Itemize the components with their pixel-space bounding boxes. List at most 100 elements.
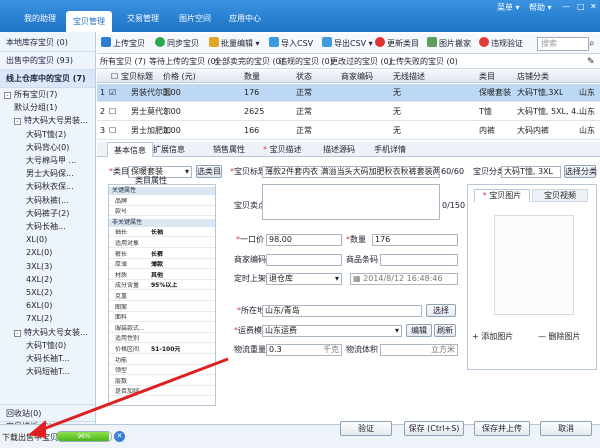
col-qty[interactable]: 数量 bbox=[244, 70, 260, 83]
location-input[interactable]: 山东/青岛 bbox=[262, 305, 422, 317]
price-input[interactable]: 98.00 bbox=[266, 234, 342, 246]
table-row[interactable]: ☐3男士加肥加...2.00166正常无内裤大码内裤山东 bbox=[97, 122, 600, 140]
row-checkbox[interactable]: ☑ bbox=[109, 84, 116, 102]
nav-tab-trade[interactable]: 交易管理 bbox=[120, 10, 166, 28]
filter-all[interactable]: 所有宝贝 (7) bbox=[100, 56, 146, 68]
add-image-button[interactable]: + 添加图片 bbox=[472, 331, 513, 342]
collapse-icon[interactable]: - bbox=[14, 329, 21, 337]
sync-button[interactable]: 同步宝贝 bbox=[155, 37, 199, 51]
location-select-button[interactable]: 选择 bbox=[426, 304, 456, 317]
tree-item[interactable]: 大码背心(0) bbox=[26, 141, 69, 154]
select-shop-category-button[interactable]: 选择分类 bbox=[564, 165, 597, 178]
tab-mobile[interactable]: 手机详情 bbox=[374, 142, 406, 157]
tree-item[interactable]: 大码长袖... bbox=[26, 220, 66, 233]
attr-row[interactable]: 克重 bbox=[109, 293, 215, 301]
tree-item[interactable]: 4XL(2) bbox=[26, 273, 52, 286]
tree-item[interactable]: 大码裤子(2) bbox=[26, 207, 69, 220]
tree-item[interactable]: 大码秋裤(... bbox=[26, 194, 69, 207]
select-category-button[interactable]: 选类目 bbox=[196, 165, 222, 178]
freight-select[interactable]: 山东运费 ▾ bbox=[262, 325, 402, 337]
tree-item[interactable]: 2XL(0) bbox=[26, 246, 52, 259]
tab-item-images[interactable]: * 宝贝图片 bbox=[474, 189, 530, 202]
tree-item[interactable]: 大码长袖T... bbox=[26, 352, 70, 365]
delete-image-button[interactable]: — 删除图片 bbox=[538, 331, 581, 342]
collapse-icon[interactable]: - bbox=[14, 118, 21, 126]
tab-basic-info[interactable]: 基本信息 bbox=[107, 142, 153, 157]
schedule-select[interactable]: 退仓库 ▾ bbox=[266, 273, 342, 285]
tree-item[interactable]: 默认分组(1) bbox=[14, 101, 57, 114]
tree-item[interactable]: 6XL(0) bbox=[26, 299, 52, 312]
violation-check-button[interactable]: 违规验证 bbox=[479, 37, 523, 51]
attr-row[interactable]: 面料 bbox=[109, 314, 215, 323]
attr-row[interactable]: 是否加绒 bbox=[109, 388, 215, 397]
tree-item[interactable]: 大码T恤(0) bbox=[26, 339, 66, 352]
tab-sale-attrs[interactable]: 销售属性 bbox=[213, 142, 245, 157]
menu-button[interactable]: 菜单 ▾ bbox=[497, 2, 520, 13]
tree-item[interactable]: XL(0) bbox=[26, 233, 47, 246]
nav-tab-apps[interactable]: 应用中心 bbox=[222, 10, 268, 28]
upload-button[interactable]: 上传宝贝 bbox=[101, 37, 145, 51]
tree-item[interactable]: - 特大码大号男装... bbox=[14, 114, 88, 127]
barcode-input[interactable] bbox=[380, 254, 458, 266]
selling-point-textarea[interactable] bbox=[262, 184, 440, 220]
filter-soldout[interactable]: 全部卖完的宝贝 (0) bbox=[214, 56, 284, 68]
edit-columns-icon[interactable]: ✎ bbox=[587, 56, 595, 68]
minimize-icon[interactable]: — bbox=[562, 2, 570, 11]
tab-description[interactable]: * 宝贝描述 bbox=[263, 142, 302, 157]
cancel-button[interactable]: 取消 bbox=[540, 421, 592, 436]
attr-row[interactable]: 适用对象 bbox=[109, 240, 215, 248]
weight-input[interactable]: 0.3 千克 bbox=[266, 344, 342, 356]
tree-item[interactable]: 大码T恤(2) bbox=[26, 128, 66, 141]
help-button[interactable]: 帮助 ▾ bbox=[529, 2, 552, 13]
nav-tab-assistant[interactable]: 我的助理 bbox=[20, 10, 60, 28]
sidebar-local-stock[interactable]: 本地库存宝贝 (0) bbox=[0, 34, 95, 52]
tab-extended-info[interactable]: 扩展信息 bbox=[153, 142, 185, 157]
tree-item[interactable]: 3XL(3) bbox=[26, 260, 52, 273]
attr-row[interactable]: 款号 bbox=[109, 208, 215, 217]
attr-row[interactable]: 适用性别 bbox=[109, 335, 215, 344]
tree-item[interactable]: 5XL(2) bbox=[26, 286, 52, 299]
collapse-icon[interactable]: - bbox=[4, 92, 11, 99]
attr-row[interactable]: 厚薄 薄款 bbox=[109, 261, 215, 270]
freight-edit-button[interactable]: 编辑 bbox=[406, 324, 432, 337]
schedule-time-input[interactable]: ▦ 2014/8/12 16:48:46 bbox=[350, 273, 458, 285]
tab-item-video[interactable]: 宝贝视频 bbox=[532, 189, 588, 202]
batch-edit-button[interactable]: 批量编辑 ▾ bbox=[209, 37, 260, 51]
merchant-code-input[interactable] bbox=[266, 254, 342, 266]
import-csv-button[interactable]: 导入CSV bbox=[269, 37, 313, 51]
filter-waiting[interactable]: 等待上传的宝贝 (0) bbox=[149, 56, 219, 68]
filter-failed[interactable]: 上传失败的宝贝 (0) bbox=[388, 56, 458, 68]
search-input[interactable]: 搜索 bbox=[537, 37, 589, 51]
tree-item[interactable]: 7XL(2) bbox=[26, 312, 52, 325]
search-icon[interactable]: ⌕ bbox=[589, 37, 595, 51]
tree-item[interactable]: 大码短袖T... bbox=[26, 365, 70, 378]
quantity-input[interactable]: 176 bbox=[372, 234, 458, 246]
nav-tab-items[interactable]: 宝贝管理 bbox=[66, 11, 112, 32]
tree-item[interactable]: 男士大码保... bbox=[26, 167, 74, 180]
update-category-button[interactable]: 更新类目 bbox=[375, 37, 419, 51]
col-category[interactable]: 类目 bbox=[479, 70, 495, 83]
col-wireless[interactable]: 无线描述 bbox=[393, 70, 425, 83]
tree-item[interactable]: 大号棉马甲 ... bbox=[26, 154, 76, 167]
export-csv-button[interactable]: 导出CSV ▾ bbox=[322, 37, 373, 51]
row-checkbox[interactable]: ☐ bbox=[109, 122, 116, 140]
row-checkbox[interactable]: ☐ bbox=[109, 103, 116, 121]
filter-violation[interactable]: 违规的宝贝 (0) bbox=[279, 56, 333, 68]
volume-input[interactable]: 立方米 bbox=[380, 344, 458, 356]
tree-item[interactable]: - 所有宝贝(7) bbox=[4, 88, 57, 101]
attr-row[interactable]: 领型 bbox=[109, 367, 215, 376]
attr-row[interactable]: 裤长 长裤 bbox=[109, 251, 215, 259]
category-attributes-panel[interactable]: 关键属性 品牌 款号 非关键属性 袖长 长袖 适用对象 裤长 长裤 厚薄 薄款 材质 其他 成分含量 95%… bbox=[108, 184, 216, 406]
attr-row[interactable]: 层数 bbox=[109, 378, 215, 386]
col-status[interactable]: 状态 bbox=[296, 70, 312, 83]
sidebar-selling[interactable]: 出售中的宝贝 (93) bbox=[0, 52, 95, 70]
filter-changed[interactable]: 更改过的宝贝 (0) bbox=[330, 56, 392, 68]
tab-source[interactable]: 描述源码 bbox=[323, 142, 355, 157]
attr-row[interactable]: 功能 bbox=[109, 357, 215, 365]
sidebar-warehouse[interactable]: 线上仓库中的宝贝 (7) bbox=[0, 70, 95, 88]
select-all-checkbox[interactable]: ☐ bbox=[111, 70, 118, 83]
attr-row[interactable]: 成分含量 95%以上 bbox=[109, 282, 215, 291]
attr-row[interactable]: 袖长 长袖 bbox=[109, 229, 215, 238]
maximize-icon[interactable]: □ bbox=[577, 2, 585, 11]
col-shop-category[interactable]: 店铺分类 bbox=[517, 70, 549, 83]
